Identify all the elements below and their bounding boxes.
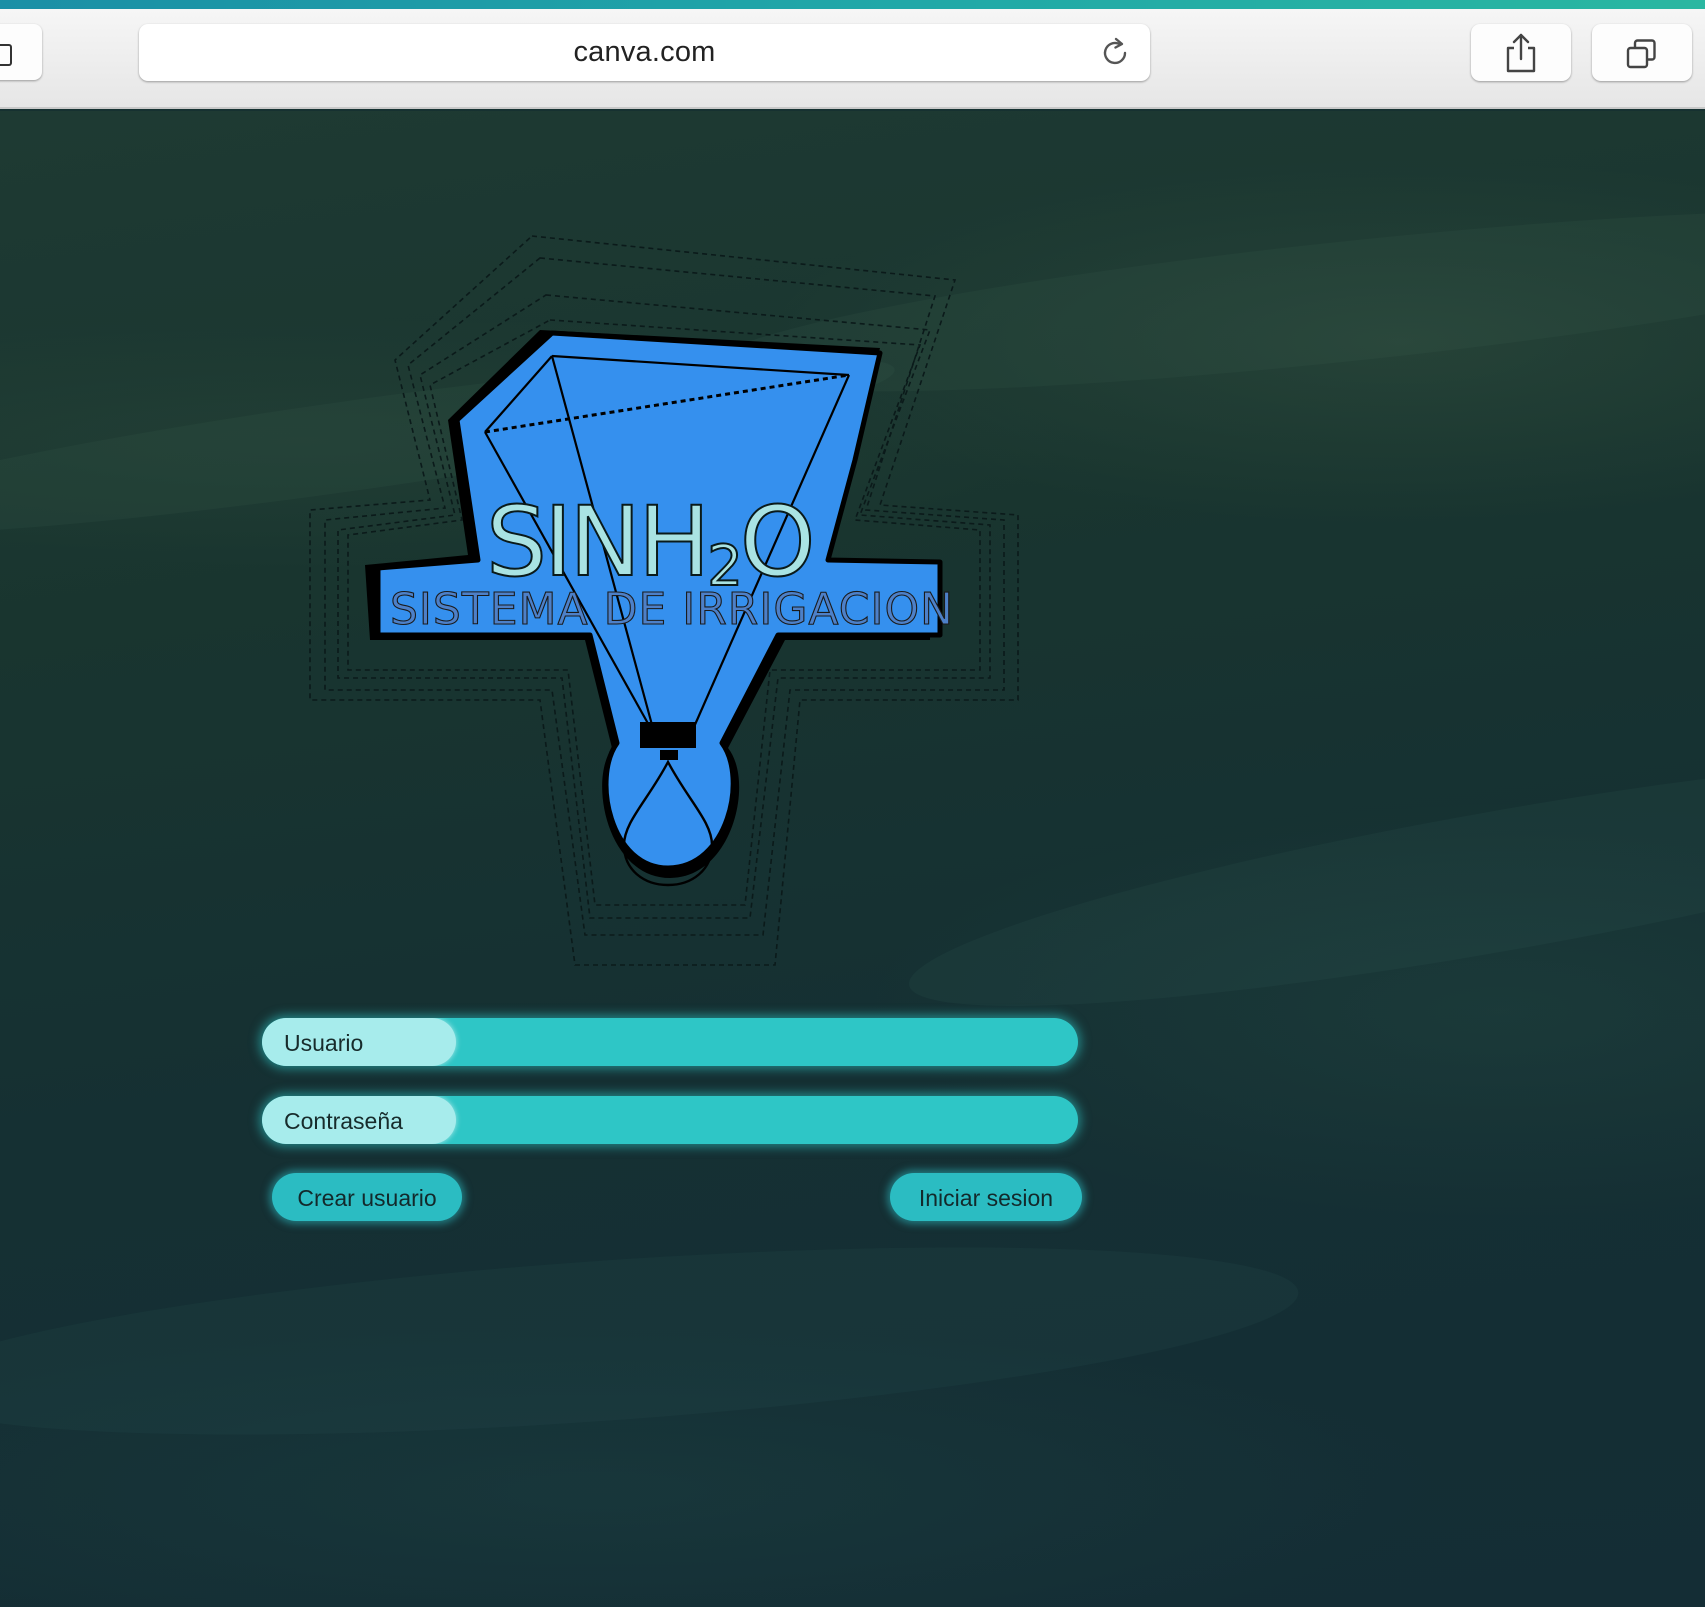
reload-icon[interactable] [1098,36,1132,70]
top-accent-strip [0,0,1705,9]
logo-title-main: SINH [486,486,707,598]
username-label: Usuario [284,1030,364,1056]
password-field[interactable]: Contraseña [262,1096,1078,1144]
login-button[interactable]: Iniciar sesion [890,1173,1082,1221]
tabs-button[interactable] [1592,24,1692,81]
sinh2o-logo[interactable]: SINH2O SISTEMA DE IRRIGACION [0,111,1705,1607]
username-field[interactable]: Usuario [262,1018,1078,1066]
create-user-button[interactable]: Crear usuario [272,1173,462,1221]
browser-toolbar: canva.com [0,9,1705,109]
sidebar-icon [0,44,12,66]
share-button[interactable] [1471,24,1571,81]
address-bar[interactable]: canva.com [139,24,1150,81]
url-text: canva.com [573,36,716,68]
canva-design-canvas: SINH2O SISTEMA DE IRRIGACION Usuario Con… [0,111,1705,1607]
tabs-icon [1626,39,1656,69]
logo-subtitle: SISTEMA DE IRRIGACION [390,584,954,635]
password-label: Contraseña [284,1108,403,1134]
svg-text:SINH2O: SINH2O [486,486,812,599]
logo-title-end: O [740,486,813,598]
sidebar-button[interactable] [0,24,42,80]
share-icon [1506,33,1536,73]
